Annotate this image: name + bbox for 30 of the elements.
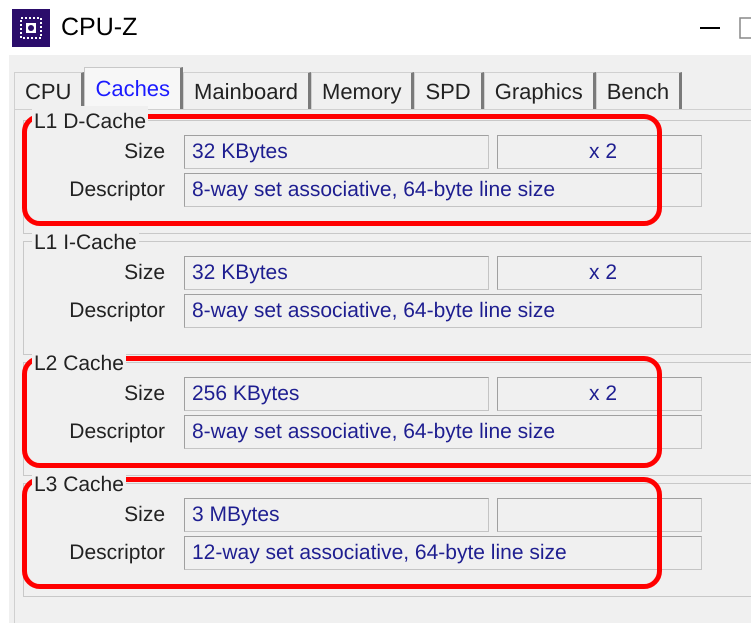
- field-label: Size: [123, 139, 166, 166]
- field-label: Descriptor: [68, 177, 166, 204]
- field-label: Size: [123, 381, 166, 408]
- readonly-field: 256 KBytes: [184, 377, 489, 411]
- app-logo-icon: [12, 8, 50, 46]
- field-label: Size: [123, 260, 166, 286]
- tab[interactable]: CPU: [14, 72, 84, 109]
- maximize-icon[interactable]: [739, 16, 751, 38]
- tab[interactable]: Memory: [311, 72, 414, 109]
- readonly-field: 8-way set associative, 64-byte line size: [184, 294, 702, 328]
- readonly-field: 3 MBytes: [184, 498, 489, 532]
- field-label: Descriptor: [68, 298, 166, 324]
- field-label: Size: [123, 502, 166, 528]
- window-title: CPU-Z: [61, 12, 138, 43]
- field-label: Descriptor: [68, 419, 166, 446]
- readonly-field: 12-way set associative, 64-byte line size: [184, 536, 702, 570]
- minimize-icon[interactable]: [700, 26, 720, 30]
- readonly-field: x 2: [497, 256, 702, 290]
- tab[interactable]: Caches: [84, 67, 184, 109]
- readonly-field: 8-way set associative, 64-byte line size: [184, 415, 702, 449]
- readonly-field: x 2: [497, 377, 702, 411]
- tab[interactable]: Bench: [596, 72, 682, 109]
- tab[interactable]: Mainboard: [183, 72, 311, 109]
- readonly-field: 32 KBytes: [184, 256, 489, 290]
- tab[interactable]: Graphics: [484, 72, 596, 109]
- field-label: Descriptor: [68, 540, 166, 566]
- readonly-field: x 2: [497, 135, 702, 169]
- tab[interactable]: SPD: [414, 72, 484, 109]
- readonly-field: 32 KBytes: [184, 135, 489, 169]
- readonly-field: 8-way set associative, 64-byte line size: [184, 173, 702, 207]
